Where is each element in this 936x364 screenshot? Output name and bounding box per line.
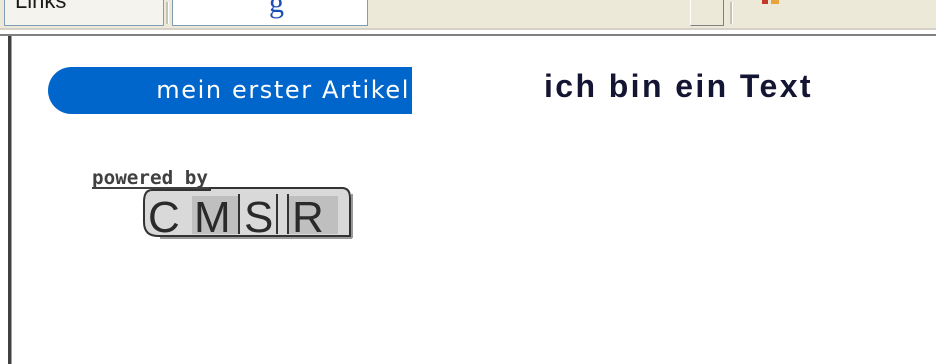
links-bar[interactable]: Links bbox=[4, 0, 164, 26]
browser-viewport: Links g mein erster Artikel ich bin ein … bbox=[0, 0, 936, 364]
cmsr-powered-by-logo[interactable]: powered by C M S R bbox=[92, 160, 362, 242]
search-dropdown-button[interactable] bbox=[690, 0, 724, 26]
search-box[interactable]: g bbox=[172, 0, 368, 26]
toolbar-app-icon[interactable] bbox=[760, 0, 782, 8]
browser-toolbar: Links g bbox=[0, 0, 936, 29]
logo-letter-m: M bbox=[194, 193, 231, 242]
toolbar-separator bbox=[166, 2, 169, 24]
toolbar-bottom-edge bbox=[0, 28, 936, 36]
article-body-text: ich bin ein Text bbox=[544, 68, 813, 104]
search-logo-icon: g bbox=[269, 0, 284, 19]
frame-left-border bbox=[8, 36, 12, 364]
toolbar-separator bbox=[730, 2, 733, 24]
powered-by-text: powered by bbox=[92, 167, 208, 189]
links-bar-label: Links bbox=[15, 0, 67, 13]
article-tab[interactable]: mein erster Artikel bbox=[48, 67, 412, 114]
logo-letter-r: R bbox=[292, 193, 324, 242]
logo-letter-s: S bbox=[244, 193, 273, 242]
logo-letter-c: C bbox=[148, 193, 180, 242]
